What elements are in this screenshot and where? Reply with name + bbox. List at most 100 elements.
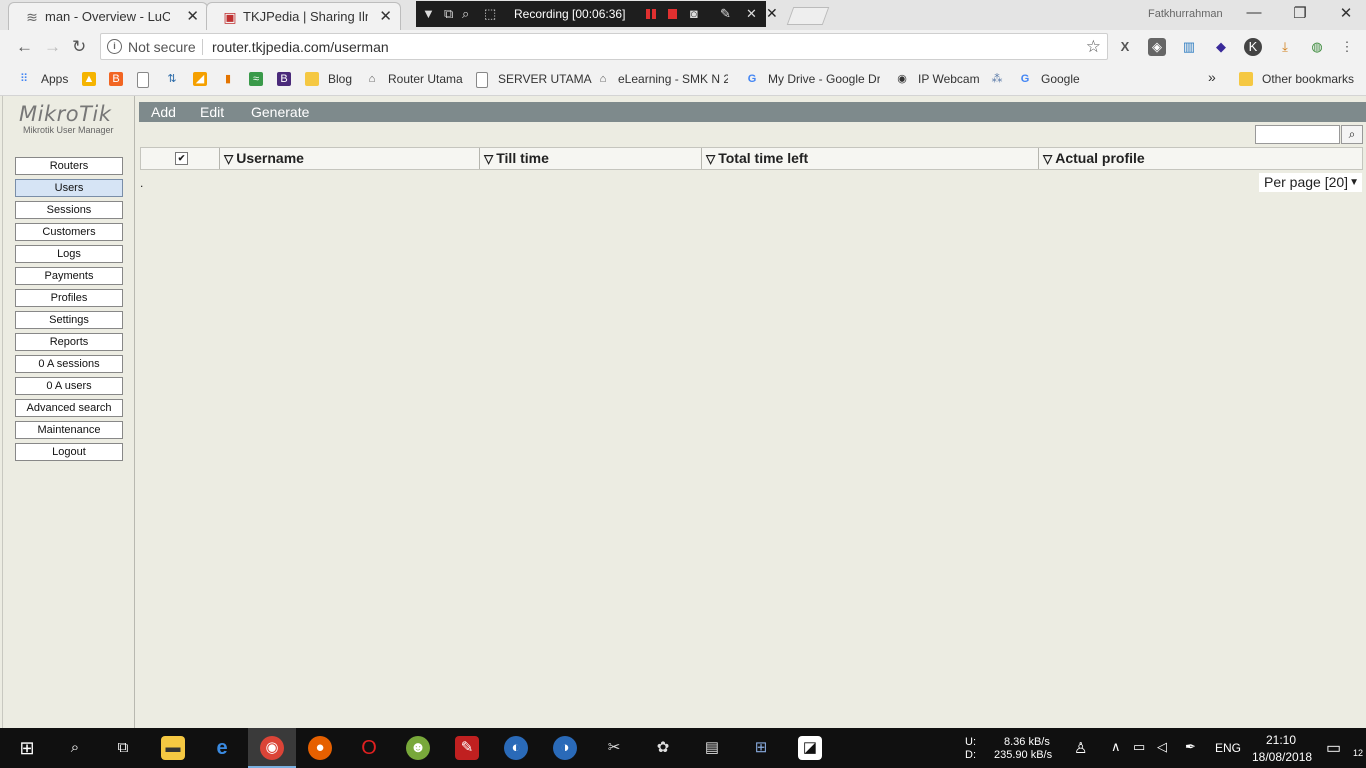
sidebar-item-customers[interactable]: Customers: [15, 223, 123, 241]
people-icon[interactable]: ♙: [1074, 739, 1087, 757]
stop-icon[interactable]: [668, 9, 677, 19]
opera-icon[interactable]: O: [357, 736, 381, 760]
close-window-icon[interactable]: ✕: [1331, 4, 1361, 22]
extension-chart-icon[interactable]: ▥: [1180, 38, 1198, 56]
restore-window-icon[interactable]: ❐: [1285, 4, 1315, 22]
bookmark-google[interactable]: Google: [1041, 72, 1080, 86]
sidebar-item-logs[interactable]: Logs: [15, 245, 123, 263]
volume-icon[interactable]: ◁: [1157, 739, 1167, 755]
bookmark-apps[interactable]: Apps: [41, 72, 68, 86]
bookmark-other[interactable]: Other bookmarks: [1262, 72, 1354, 86]
sidebar-item-settings[interactable]: Settings: [15, 311, 123, 329]
tool-icon[interactable]: ✂: [602, 736, 626, 760]
restore-icon[interactable]: ⧉: [444, 6, 453, 22]
new-tab-button[interactable]: [786, 7, 830, 25]
tab-luci[interactable]: ≋ man - Overview - LuCI ✕: [8, 2, 208, 30]
android-icon[interactable]: ☻: [406, 736, 430, 760]
sidebar-item-advanced-search[interactable]: Advanced search: [15, 399, 123, 417]
pdf-icon[interactable]: ✎: [455, 736, 479, 760]
pause-icon[interactable]: [646, 9, 650, 19]
close-icon[interactable]: ✕: [186, 7, 199, 25]
edge-icon[interactable]: e: [210, 736, 234, 760]
page-icon[interactable]: [137, 72, 149, 88]
zoom-icon[interactable]: ⌕: [462, 6, 469, 22]
reload-icon[interactable]: ↻: [72, 37, 86, 57]
analytics-icon[interactable]: ◢: [193, 72, 207, 86]
tab-tkjpedia[interactable]: ▣ TKJPedia | Sharing Ilmu T ✕: [206, 2, 401, 30]
notification-icon[interactable]: ▭: [1326, 738, 1341, 758]
clock-date[interactable]: 18/08/2018: [1252, 750, 1312, 764]
signal-icon[interactable]: ⇅: [165, 72, 179, 86]
blogger-icon[interactable]: B: [109, 72, 123, 86]
sidebar-item-profiles[interactable]: Profiles: [15, 289, 123, 307]
pen-icon[interactable]: ✎: [720, 6, 731, 22]
column-total-time-left[interactable]: ▽ Total time left: [702, 148, 1039, 169]
region-icon[interactable]: ⬚: [484, 6, 496, 22]
sidebar-item-logout[interactable]: Logout: [15, 443, 123, 461]
minimize-icon[interactable]: —: [1239, 4, 1269, 21]
address-bar[interactable]: i Not secure router.tkjpedia.com/userman…: [100, 33, 1108, 60]
camera-icon[interactable]: ◙: [690, 6, 698, 21]
close-icon[interactable]: ✕: [379, 7, 392, 25]
sidebar-item-users[interactable]: Users: [15, 179, 123, 197]
edit-button[interactable]: Edit: [200, 104, 224, 120]
sidebar-item-payments[interactable]: Payments: [15, 267, 123, 285]
download-icon[interactable]: ⤓: [1276, 38, 1294, 56]
sticky-notes-icon[interactable]: ◪: [798, 736, 822, 760]
bookmark-ip-webcam[interactable]: IP Webcam: [918, 72, 980, 86]
info-icon[interactable]: i: [107, 39, 122, 54]
file-explorer-icon[interactable]: ▬: [161, 736, 185, 760]
column-actual-profile[interactable]: ▽ Actual profile: [1039, 148, 1362, 169]
bootstrap-icon[interactable]: B: [277, 72, 291, 86]
stats-icon[interactable]: ≈: [249, 72, 263, 86]
star-icon[interactable]: ☆: [1086, 37, 1101, 57]
back-icon[interactable]: ←: [16, 37, 33, 57]
per-page-select[interactable]: Per page [20] ▼: [1259, 173, 1362, 192]
column-till-time[interactable]: ▽ Till time: [480, 148, 702, 169]
extension-shield-icon[interactable]: ◈: [1148, 38, 1166, 56]
sidebar-item-sessions[interactable]: Sessions: [15, 201, 123, 219]
bookmark-my-drive[interactable]: My Drive - Google Dr: [768, 72, 880, 86]
extension-cube-icon[interactable]: ◆: [1212, 38, 1230, 56]
sidebar-item-maintenance[interactable]: Maintenance: [15, 421, 123, 439]
search-icon[interactable]: ⌕: [1341, 125, 1363, 144]
bookmarks-overflow-icon[interactable]: »: [1208, 69, 1216, 85]
sidebar-item-routers[interactable]: Routers: [15, 157, 123, 175]
profile-name[interactable]: Fatkhurrahman: [1148, 8, 1223, 20]
close-icon[interactable]: ✕: [746, 6, 757, 22]
chrome-icon[interactable]: ◉: [260, 736, 284, 760]
network-app-icon[interactable]: ⊞: [749, 736, 773, 760]
close-icon[interactable]: ✕: [766, 5, 778, 22]
generate-button[interactable]: Generate: [251, 104, 309, 120]
store-icon[interactable]: ▤: [700, 736, 724, 760]
clock-time[interactable]: 21:10: [1266, 733, 1296, 747]
menu-icon[interactable]: ⋮: [1338, 38, 1356, 56]
winbox-icon[interactable]: ◐: [504, 736, 528, 760]
select-all-checkbox[interactable]: ✔: [175, 152, 188, 165]
extension-globe-icon[interactable]: ◍: [1308, 38, 1326, 56]
language-indicator[interactable]: ENG: [1215, 741, 1241, 755]
pen-icon[interactable]: ✒: [1185, 739, 1196, 755]
chevron-up-icon[interactable]: ∧: [1111, 739, 1121, 755]
bookmark-elearning[interactable]: eLearning - SMK N 2: [618, 72, 728, 86]
url-text[interactable]: router.tkjpedia.com/userman: [212, 39, 389, 55]
bookmark-server-utama[interactable]: SERVER UTAMA: [498, 72, 592, 86]
bookmark-blog[interactable]: Blog: [328, 72, 352, 86]
winbox2-icon[interactable]: ◑: [553, 736, 577, 760]
sidebar-item-reports[interactable]: Reports: [15, 333, 123, 351]
add-button[interactable]: Add: [151, 104, 176, 120]
extension-k-icon[interactable]: K: [1244, 38, 1262, 56]
sidebar-item-0-a-sessions[interactable]: 0 A sessions: [15, 355, 123, 373]
forward-icon[interactable]: →: [44, 37, 61, 57]
sidebar-item-0-a-users[interactable]: 0 A users: [15, 377, 123, 395]
extension-x-icon[interactable]: X: [1116, 38, 1134, 56]
network-icon[interactable]: ▭: [1133, 739, 1145, 755]
column-username[interactable]: ▽ Username: [220, 148, 480, 169]
drive-icon[interactable]: ▲: [82, 72, 96, 86]
task-view-icon[interactable]: ⧉: [111, 736, 135, 760]
paint-icon[interactable]: ✿: [651, 736, 675, 760]
bar-chart-icon[interactable]: ▮: [221, 72, 235, 86]
windows-start-icon[interactable]: ⊞: [15, 736, 39, 760]
bookmark-router-utama[interactable]: Router Utama: [388, 72, 463, 86]
firefox-icon[interactable]: ●: [308, 736, 332, 760]
